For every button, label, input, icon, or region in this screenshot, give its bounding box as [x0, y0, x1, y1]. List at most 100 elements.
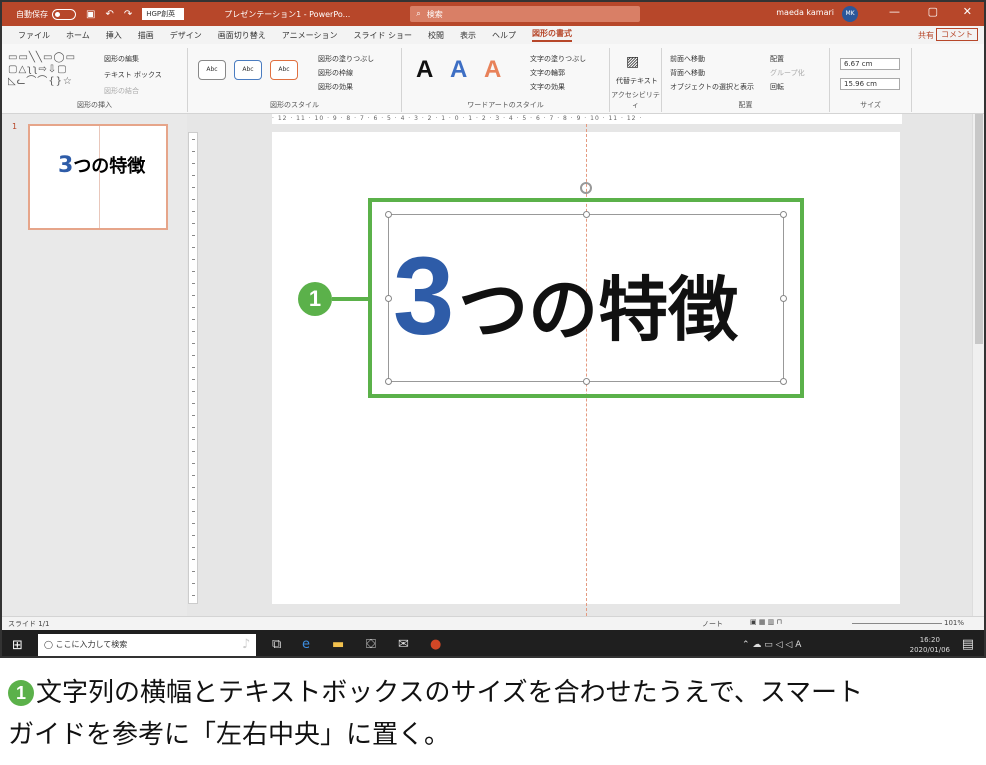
group-label: ワードアートのスタイル: [467, 101, 544, 109]
align-button[interactable]: 配置: [770, 54, 784, 64]
tab-file[interactable]: ファイル: [18, 30, 50, 41]
figure-caption: 1 文字列の横幅とテキストボックスのサイズを合わせたうえで、スマート ガイドを参考…: [8, 672, 980, 756]
shape-style-3[interactable]: Abc: [270, 60, 298, 80]
group-label: 図形の挿入: [77, 101, 112, 109]
search-placeholder: 検索: [426, 9, 443, 19]
zoom-slider[interactable]: [852, 623, 942, 624]
font-name-box[interactable]: HGP創英: [142, 8, 185, 20]
merge-shapes-button[interactable]: 図形の結合: [104, 86, 139, 96]
shape-style-1[interactable]: Abc: [198, 60, 226, 80]
selection-pane-button[interactable]: オブジェクトの選択と表示: [670, 82, 754, 92]
redo-icon[interactable]: ↷: [124, 9, 132, 20]
tab-shape-format[interactable]: 図形の書式: [532, 28, 572, 42]
tab-slideshow[interactable]: スライド ショー: [353, 30, 412, 41]
file-explorer-icon[interactable]: ▬: [332, 637, 344, 652]
tab-insert[interactable]: 挿入: [106, 30, 122, 41]
caption-line-1: 文字列の横幅とテキストボックスのサイズを合わせたうえで、スマート: [36, 678, 864, 708]
thumbnail-text: 3つの特徴: [58, 152, 145, 178]
taskbar-search-input[interactable]: ◯ ここに入力して検索: [38, 634, 256, 656]
windows-start-icon[interactable]: ⊞: [12, 638, 23, 653]
slide-thumbnail-panel: 1 3つの特徴: [2, 114, 187, 616]
clock-time: 16:20: [919, 636, 940, 644]
wordart-blue[interactable]: A: [450, 56, 467, 84]
group-size: 6.67 cm 15.96 cm サイズ: [830, 48, 912, 112]
slide-counter: スライド 1/1: [8, 620, 50, 628]
rotate-button[interactable]: 回転: [770, 82, 784, 92]
microphone-icon[interactable]: ♪: [242, 637, 250, 652]
text-outline-button[interactable]: 文字の輪郭: [530, 68, 565, 78]
rotate-handle-icon[interactable]: [580, 182, 592, 194]
share-button[interactable]: 共有: [918, 30, 934, 41]
ribbon-tabs: ファイル ホーム 挿入 描画 デザイン 画面切り替え アニメーション スライド …: [2, 26, 984, 44]
vertical-scrollbar[interactable]: [972, 114, 984, 616]
shape-outline-button[interactable]: 図形の枠線: [318, 68, 353, 78]
wordart-orange[interactable]: A: [484, 56, 501, 84]
taskbar: ⊞ ◯ ここに入力して検索 ♪ ⧉ e ▬ ⛋ ✉ ● ⌃ ☁ ▭ ◁ ◁ A …: [2, 630, 984, 656]
text-box-button[interactable]: テキスト ボックス: [104, 70, 162, 80]
store-icon[interactable]: ⛋: [366, 637, 376, 652]
screenshot-frame: 自動保存 ▣ ↶ ↷ HGP創英 プレゼンテーション1 - PowerPo...…: [0, 0, 986, 658]
group-shape-styles: Abc Abc Abc 図形の塗りつぶし 図形の枠線 図形の効果 図形のスタイル: [188, 48, 402, 112]
powerpoint-icon[interactable]: ●: [430, 637, 441, 652]
clock[interactable]: 16:20 2020/01/06: [910, 635, 950, 655]
bring-forward-button[interactable]: 前面へ移動: [670, 54, 705, 64]
shape-fill-button[interactable]: 図形の塗りつぶし: [318, 54, 374, 64]
edit-shape-button[interactable]: 図形の編集: [104, 54, 139, 64]
shapes-gallery[interactable]: ▭▭╲╲▭◯▭ ▢△ʅʅ⇨⇩▢ ◺ᓚ⌒⌒{}☆: [8, 52, 76, 88]
group-accessibility: ▨ 代替テキスト アクセシビリティ: [610, 48, 662, 112]
tab-animations[interactable]: アニメーション: [282, 30, 338, 41]
group-insert-shapes: ▭▭╲╲▭◯▭ ▢△ʅʅ⇨⇩▢ ◺ᓚ⌒⌒{}☆ 図形の編集 テキスト ボックス 図形…: [2, 48, 188, 112]
restore-button[interactable]: ▢: [928, 5, 938, 18]
document-title: プレゼンテーション1 - PowerPo...: [224, 9, 351, 19]
callout-badge: 1: [298, 282, 332, 316]
shape-effects-button[interactable]: 図形の効果: [318, 82, 353, 92]
close-button[interactable]: ✕: [963, 5, 972, 18]
alt-text-icon: ▨: [626, 54, 640, 70]
cortana-icon: ◯: [44, 640, 56, 649]
user-name[interactable]: maeda kamari: [776, 8, 834, 17]
group-wordart: A A A 文字の塗りつぶし 文字の輪郭 文字の効果 ワードアートのスタイル: [402, 48, 610, 112]
undo-icon[interactable]: ↶: [105, 9, 113, 20]
tab-draw[interactable]: 描画: [138, 30, 154, 41]
scrollbar-thumb[interactable]: [975, 114, 983, 344]
group-label: サイズ: [860, 101, 881, 109]
group-label: 図形のスタイル: [270, 101, 319, 109]
title-bar: 自動保存 ▣ ↶ ↷ HGP創英 プレゼンテーション1 - PowerPo...…: [2, 2, 984, 26]
search-box[interactable]: ⌕ 検索: [410, 6, 641, 22]
avatar[interactable]: MK: [842, 6, 858, 22]
slide-thumbnail[interactable]: 3つの特徴: [28, 124, 168, 230]
callout-connector: [332, 297, 370, 301]
shape-style-2[interactable]: Abc: [234, 60, 262, 80]
normal-view-icon[interactable]: ▣ ▦ ▥ ⊓: [750, 618, 782, 626]
tab-home[interactable]: ホーム: [66, 30, 90, 41]
tab-transitions[interactable]: 画面切り替え: [218, 30, 266, 41]
mail-icon[interactable]: ✉: [398, 637, 409, 652]
tab-design[interactable]: デザイン: [170, 30, 202, 41]
wordart-black[interactable]: A: [416, 56, 433, 84]
zoom-level[interactable]: 101%: [944, 619, 964, 627]
height-field[interactable]: 6.67 cm: [840, 58, 900, 70]
minimize-button[interactable]: —: [889, 5, 900, 18]
send-backward-button[interactable]: 背面へ移動: [670, 68, 705, 78]
save-icon[interactable]: ▣: [86, 9, 95, 20]
text-fill-button[interactable]: 文字の塗りつぶし: [530, 54, 586, 64]
task-view-icon[interactable]: ⧉: [272, 637, 281, 652]
status-bar: スライド 1/1 ノート ▣ ▦ ▥ ⊓ 101%: [2, 616, 984, 630]
thumbnail-digit: 3: [58, 153, 74, 178]
tab-review[interactable]: 校閲: [428, 30, 444, 41]
width-field[interactable]: 15.96 cm: [840, 78, 900, 90]
text-effects-button[interactable]: 文字の効果: [530, 82, 565, 92]
clock-date: 2020/01/06: [909, 646, 950, 654]
notes-button[interactable]: ノート: [702, 619, 723, 629]
notification-icon[interactable]: ▤: [962, 637, 974, 652]
autosave-toggle[interactable]: [52, 8, 76, 20]
tab-view[interactable]: 表示: [460, 30, 476, 41]
tab-help[interactable]: ヘルプ: [492, 30, 516, 41]
system-tray-icons[interactable]: ⌃ ☁ ▭ ◁ ◁ A: [742, 640, 801, 650]
edge-icon[interactable]: e: [302, 637, 310, 652]
group-label: アクセシビリティ: [611, 91, 660, 109]
group-button[interactable]: グループ化: [770, 68, 805, 78]
alt-text-button[interactable]: 代替テキスト: [616, 76, 658, 86]
comment-button[interactable]: コメント: [936, 28, 978, 41]
vertical-ruler: [188, 132, 198, 604]
